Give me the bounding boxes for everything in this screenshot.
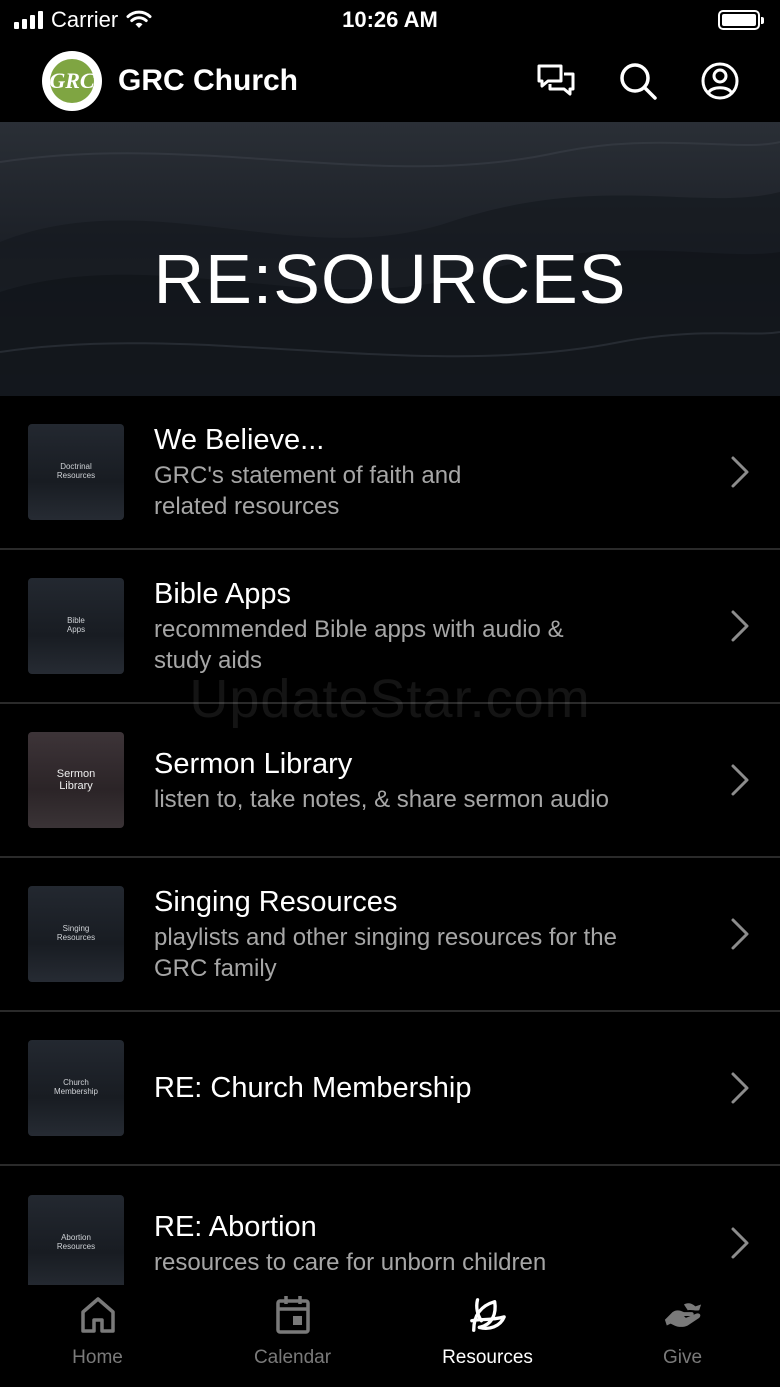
status-bar: Carrier 10:26 AM bbox=[0, 0, 780, 40]
list-item-sermon-library[interactable]: Sermon Library Sermon Library listen to,… bbox=[0, 704, 780, 858]
battery-icon bbox=[718, 10, 764, 30]
thumbnail-label: Abortion Resources bbox=[56, 1233, 96, 1251]
thumbnail-label: Sermon Library bbox=[56, 767, 96, 792]
thumbnail-label: Church Membership bbox=[53, 1078, 98, 1096]
tab-calendar[interactable]: Calendar bbox=[195, 1285, 390, 1387]
thumbnail: Abortion Resources bbox=[28, 1195, 124, 1291]
item-title: RE: Church Membership bbox=[154, 1072, 472, 1104]
logo-text: GRC bbox=[49, 59, 95, 103]
thumbnail-label: Bible Apps bbox=[66, 616, 86, 634]
tab-label: Home bbox=[72, 1347, 123, 1368]
tab-label: Give bbox=[662, 1347, 703, 1368]
resources-banner: RE:SOURCES bbox=[0, 122, 780, 396]
list-item-we-believe[interactable]: Doctrinal Resources We Believe... GRC's … bbox=[0, 396, 780, 550]
list-item-bible-apps[interactable]: Bible Apps Bible Apps recommended Bible … bbox=[0, 550, 780, 704]
resources-list: Doctrinal Resources We Believe... GRC's … bbox=[0, 396, 780, 1320]
item-subtitle: resources to care for unborn children bbox=[154, 1248, 547, 1276]
church-logo[interactable]: GRC bbox=[42, 51, 102, 111]
list-item-singing-resources[interactable]: Singing Resources Singing Resources play… bbox=[0, 858, 780, 1012]
item-subtitle: GRC's statement of faith and related res… bbox=[154, 462, 462, 520]
list-item-church-membership[interactable]: Church Membership RE: Church Membership bbox=[0, 1012, 780, 1166]
home-icon bbox=[78, 1295, 118, 1335]
search-icon[interactable] bbox=[618, 61, 658, 101]
item-subtitle: recommended Bible apps with audio & stud… bbox=[154, 616, 564, 674]
item-title: RE: Abortion bbox=[154, 1210, 317, 1243]
chevron-right-icon bbox=[731, 610, 749, 642]
item-title: We Believe... bbox=[154, 424, 325, 456]
status-left: Carrier bbox=[14, 7, 152, 33]
thumbnail: Singing Resources bbox=[28, 886, 124, 982]
chevron-right-icon bbox=[731, 1072, 749, 1104]
app-header: GRC GRC Church bbox=[0, 40, 780, 122]
chevron-right-icon bbox=[731, 764, 749, 796]
item-title: Bible Apps bbox=[154, 578, 292, 610]
thumbnail: Doctrinal Resources bbox=[28, 424, 124, 520]
messages-icon[interactable] bbox=[536, 61, 576, 101]
thumbnail: Church Membership bbox=[28, 1040, 124, 1136]
leaf-icon bbox=[468, 1295, 508, 1335]
wifi-icon bbox=[126, 10, 152, 28]
tab-give[interactable]: Give bbox=[585, 1285, 780, 1387]
tab-label: Calendar bbox=[253, 1347, 332, 1368]
tab-home[interactable]: Home bbox=[0, 1285, 195, 1387]
header-actions bbox=[536, 61, 740, 101]
thumbnail-label: Doctrinal Resources bbox=[56, 462, 96, 480]
calendar-icon bbox=[273, 1295, 313, 1335]
chevron-right-icon bbox=[731, 918, 749, 950]
tab-bar: Home Calendar Resources Give bbox=[0, 1285, 780, 1387]
tab-resources[interactable]: Resources bbox=[390, 1285, 585, 1387]
thumbnail: Sermon Library bbox=[28, 732, 124, 828]
chevron-right-icon bbox=[731, 1227, 749, 1259]
app-title: GRC Church bbox=[118, 64, 298, 97]
chevron-right-icon bbox=[731, 456, 749, 488]
cellular-signal-icon bbox=[14, 11, 43, 29]
tab-label: Resources bbox=[442, 1347, 533, 1368]
item-title: Sermon Library bbox=[154, 747, 353, 780]
item-subtitle: listen to, take notes, & share sermon au… bbox=[154, 785, 609, 813]
item-subtitle: playlists and other singing resources fo… bbox=[154, 924, 617, 982]
carrier-label: Carrier bbox=[51, 7, 119, 32]
thumbnail: Bible Apps bbox=[28, 578, 124, 674]
profile-icon[interactable] bbox=[700, 61, 740, 101]
thumbnail-label: Singing Resources bbox=[56, 924, 96, 942]
give-hand-icon bbox=[663, 1295, 703, 1335]
banner-title: RE:SOURCES bbox=[153, 240, 627, 318]
item-title: Singing Resources bbox=[154, 886, 398, 918]
